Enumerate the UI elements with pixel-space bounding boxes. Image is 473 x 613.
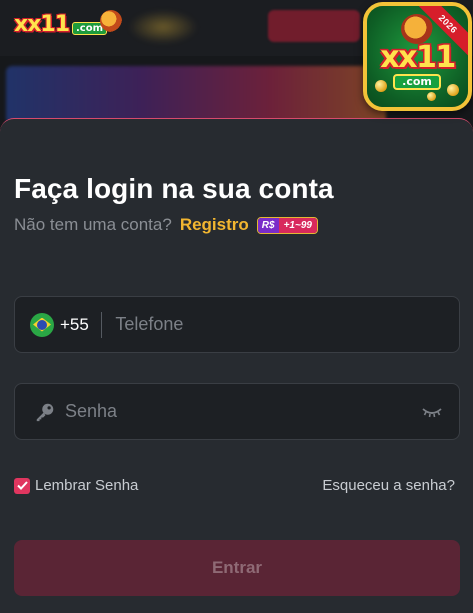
key-icon [33, 400, 57, 424]
remember-checkbox[interactable] [14, 477, 30, 494]
blurred-header-button [268, 10, 360, 42]
register-prompt: Não tem uma conta? Registro R$ +1~99 [14, 215, 318, 235]
coin-icon [375, 80, 387, 92]
remember-label: Lembrar Senha [35, 477, 139, 494]
coin-icon [447, 84, 459, 96]
app-icon[interactable]: 2026 xx11 .com [363, 2, 472, 111]
phone-field: +55 [14, 296, 460, 353]
brand-logo-name: xx11 [14, 12, 70, 37]
blurred-promo-banner [6, 66, 386, 124]
blurred-header-item [128, 10, 198, 44]
brand-logo[interactable]: xx11 .com [14, 10, 122, 37]
country-code[interactable]: +55 [60, 315, 89, 335]
password-field [14, 383, 460, 440]
register-link[interactable]: Registro [180, 215, 249, 235]
app-icon-suffix: .com [393, 74, 441, 90]
mascot-icon [100, 10, 122, 32]
no-account-text: Não tem uma conta? [14, 215, 172, 234]
remember-password[interactable]: Lembrar Senha [14, 477, 138, 494]
eye-closed-icon[interactable] [421, 405, 443, 419]
password-input[interactable] [65, 384, 421, 439]
app-icon-name: xx11 [380, 40, 456, 75]
field-divider [100, 311, 103, 338]
brazil-flag-icon [30, 312, 54, 337]
bonus-amount: +1~99 [278, 217, 317, 233]
page-title: Faça login na sua conta [14, 173, 334, 204]
bonus-badge: R$ +1~99 [256, 216, 318, 234]
phone-input[interactable] [115, 297, 459, 352]
forgot-password-link[interactable]: Esqueceu a senha? [322, 477, 455, 494]
bonus-currency: R$ [257, 217, 279, 233]
login-sheet: Faça login na sua conta Não tem uma cont… [0, 118, 473, 613]
login-button[interactable]: Entrar [14, 540, 460, 596]
coin-icon [427, 92, 436, 101]
